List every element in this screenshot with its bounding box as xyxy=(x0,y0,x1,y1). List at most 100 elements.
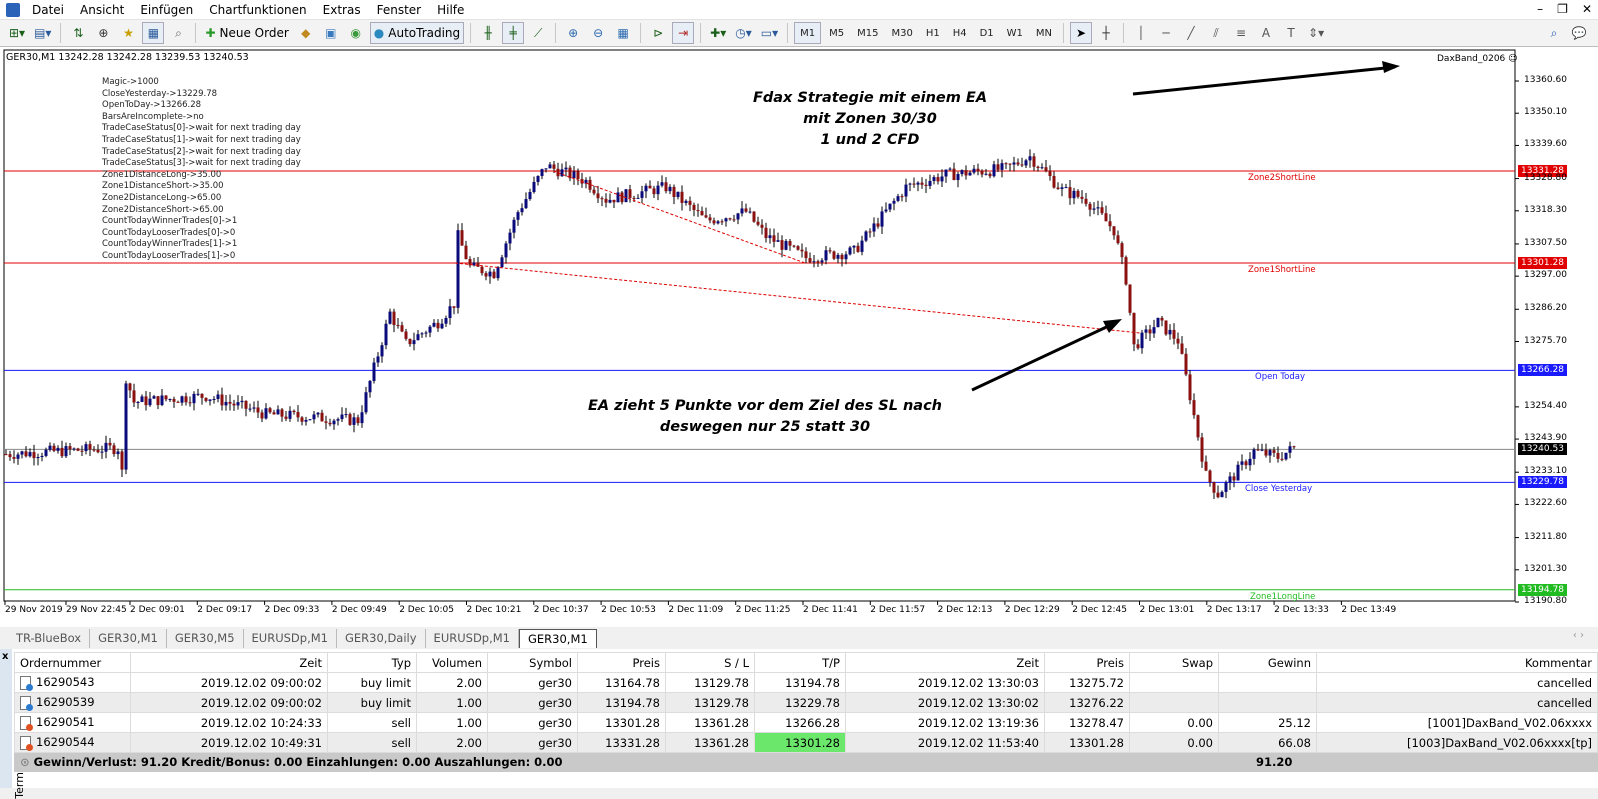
candle-bear xyxy=(1116,235,1120,244)
zoom-out-icon[interactable]: ⊖ xyxy=(587,22,609,44)
timeframe-m15[interactable]: M15 xyxy=(852,28,883,39)
autoscroll-icon[interactable]: ⇥ xyxy=(672,22,695,44)
menu-ansicht[interactable]: Ansicht xyxy=(72,3,132,17)
column-header[interactable]: Gewinn xyxy=(1218,652,1317,673)
timeframe-h1[interactable]: H1 xyxy=(921,28,945,39)
periods-icon[interactable]: ◷▾ xyxy=(732,22,755,44)
horizontal-line-icon[interactable]: ─ xyxy=(1155,22,1177,44)
order-row[interactable]: 16290539 2019.12.02 09:00:02 buy limit 1.00… xyxy=(14,692,1598,713)
chart-tab[interactable]: GER30,M1 xyxy=(519,629,597,648)
candle-bull xyxy=(432,322,436,327)
cursor-icon[interactable]: ➤ xyxy=(1070,22,1093,44)
bar-chart-icon[interactable]: ╫ xyxy=(477,22,499,44)
equidistant-channel-icon[interactable]: ⫽ xyxy=(1205,22,1227,44)
autotrading-button[interactable]: ● AutoTrading xyxy=(369,22,465,44)
candle-bear xyxy=(1128,284,1132,313)
navigator-icon[interactable]: ★ xyxy=(117,22,139,44)
timeframe-m5[interactable]: M5 xyxy=(824,28,849,39)
menu-fenster[interactable]: Fenster xyxy=(369,3,430,17)
price-chart[interactable]: GER30,M1 13242.28 13242.28 13239.53 1324… xyxy=(0,47,1598,627)
text-label-icon[interactable]: T xyxy=(1280,22,1302,44)
chart-tab[interactable]: GER30,M1 xyxy=(90,629,167,648)
column-header[interactable]: Zeit xyxy=(130,652,328,673)
column-header[interactable]: Preis xyxy=(1044,652,1130,673)
menu-einfuegen[interactable]: Einfügen xyxy=(132,3,201,17)
timeframe-mn[interactable]: MN xyxy=(1031,28,1057,39)
fibonacci-icon[interactable]: ≡ xyxy=(1230,22,1252,44)
zoom-in-icon[interactable]: ⊕ xyxy=(562,22,584,44)
new-chart-icon[interactable]: ⊞▾ xyxy=(6,22,28,44)
timeframe-m1[interactable]: M1 xyxy=(794,22,822,44)
candle-bear xyxy=(792,245,796,247)
candle-bull xyxy=(904,184,908,197)
search-icon[interactable]: ⌕ xyxy=(1543,22,1565,44)
text-icon[interactable]: A xyxy=(1255,22,1277,44)
tab-scroll-arrows[interactable]: ‹ › xyxy=(1573,630,1584,641)
candle-bear xyxy=(980,171,984,175)
column-header[interactable]: Ordernummer xyxy=(14,652,131,673)
candle-bull xyxy=(928,180,932,186)
column-header[interactable]: Typ xyxy=(327,652,417,673)
line-chart-icon[interactable]: ⟋ xyxy=(527,22,549,44)
menu-bar: Datei Ansicht Einfügen Chartfunktionen E… xyxy=(0,0,1598,20)
chart-tab[interactable]: GER30,M5 xyxy=(167,629,244,648)
column-header[interactable]: Swap xyxy=(1129,652,1219,673)
menu-chartfunktionen[interactable]: Chartfunktionen xyxy=(201,3,314,17)
order-row[interactable]: 16290541 2019.12.02 10:24:33 sell 1.00 ger30… xyxy=(14,712,1598,733)
order-cell: 16290539 xyxy=(14,692,131,713)
chart-shift-icon[interactable]: ⊳ xyxy=(647,22,669,44)
new-order-button[interactable]: ✚ Neue Order xyxy=(202,22,291,44)
indicators-icon[interactable]: ✚▾ xyxy=(707,22,729,44)
column-header[interactable]: Kommentar xyxy=(1316,652,1598,673)
minimize-button[interactable]: – xyxy=(1537,2,1543,16)
terminal-icon[interactable]: ▦ xyxy=(142,22,165,44)
chart-tab[interactable]: EURUSDp,M1 xyxy=(244,629,337,648)
market-watch-icon[interactable]: ⇅ xyxy=(67,22,89,44)
crosshair-icon[interactable]: ┼ xyxy=(1095,22,1117,44)
candle-bull xyxy=(1240,461,1244,465)
candle-bear xyxy=(828,250,832,252)
timeframe-w1[interactable]: W1 xyxy=(1002,28,1028,39)
column-header[interactable]: S / L xyxy=(665,652,755,673)
column-header[interactable]: Preis xyxy=(577,652,666,673)
chart-tab[interactable]: EURUSDp,M1 xyxy=(426,629,519,648)
candle-bull xyxy=(420,333,424,335)
price-tick-label: 13286.20 xyxy=(1524,303,1567,314)
order-cell: 2019.12.02 09:00:02 xyxy=(130,672,328,693)
signals-icon[interactable]: ◉ xyxy=(345,22,367,44)
ea-info-line: CountTodayWinnerTrades[0]->1 xyxy=(102,216,238,227)
order-cell: 13301.28 xyxy=(1044,732,1130,753)
column-header[interactable]: Volumen xyxy=(416,652,488,673)
metaeditor-icon[interactable]: ◆ xyxy=(295,22,317,44)
column-header[interactable]: T/P xyxy=(754,652,846,673)
market-icon[interactable]: ▣ xyxy=(320,22,342,44)
chart-tab[interactable]: GER30,Daily xyxy=(337,629,426,648)
arrows-icon[interactable]: ⇕▾ xyxy=(1305,22,1327,44)
chat-icon[interactable]: 💬 xyxy=(1568,22,1590,44)
chart-tab[interactable]: TR-BlueBox xyxy=(8,629,91,648)
order-row[interactable]: 16290544 2019.12.02 10:49:31 sell 2.00 ger30… xyxy=(14,732,1598,753)
menu-extras[interactable]: Extras xyxy=(315,3,369,17)
profiles-icon[interactable]: ▤▾ xyxy=(31,22,54,44)
candle-bull xyxy=(564,167,568,170)
templates-icon[interactable]: ▭▾ xyxy=(758,22,781,44)
price-tick-label: 13211.80 xyxy=(1524,531,1567,542)
menu-hilfe[interactable]: Hilfe xyxy=(429,3,472,17)
vertical-line-icon[interactable]: │ xyxy=(1130,22,1152,44)
column-header[interactable]: Symbol xyxy=(487,652,578,673)
candle-bull xyxy=(944,169,948,177)
candlestick-icon[interactable]: ╪ xyxy=(502,22,525,44)
timeframe-m30[interactable]: M30 xyxy=(886,28,917,39)
restore-button[interactable]: ❐ xyxy=(1557,2,1568,16)
timeframe-h4[interactable]: H4 xyxy=(948,28,972,39)
tile-windows-icon[interactable]: ▦ xyxy=(612,22,634,44)
trendline-icon[interactable]: ╱ xyxy=(1180,22,1202,44)
column-header[interactable]: Zeit xyxy=(845,652,1045,673)
timeframe-d1[interactable]: D1 xyxy=(975,28,999,39)
menu-datei[interactable]: Datei xyxy=(24,3,72,17)
order-row[interactable]: 16290543 2019.12.02 09:00:02 buy limit 2.00… xyxy=(14,672,1598,693)
close-terminal-icon[interactable]: x xyxy=(2,651,8,662)
close-button[interactable]: ✕ xyxy=(1582,2,1592,16)
tester-icon[interactable]: ⌕ xyxy=(167,22,189,44)
crosshair-data-icon[interactable]: ⊕ xyxy=(92,22,114,44)
